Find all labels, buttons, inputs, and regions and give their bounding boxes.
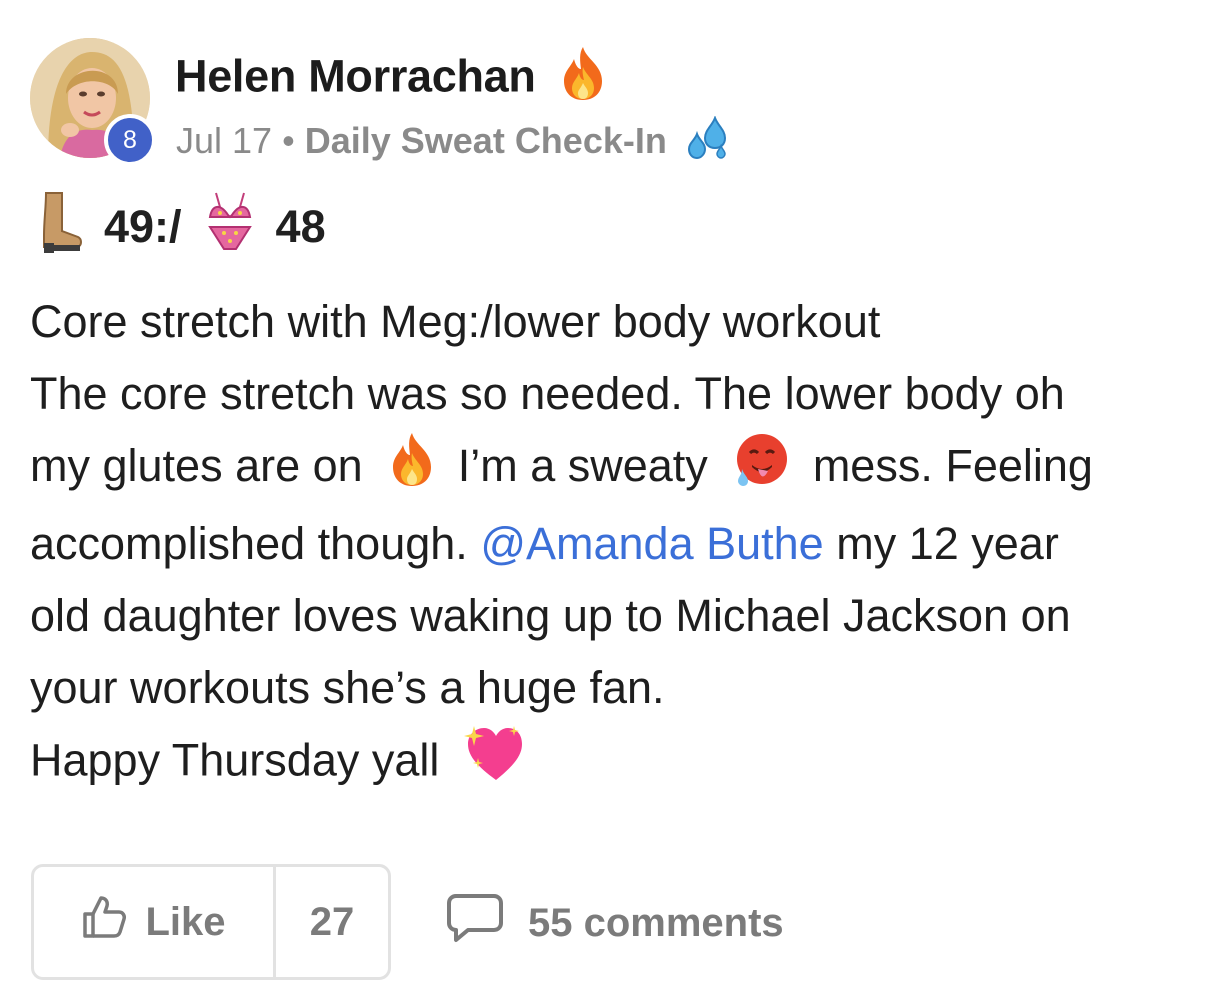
like-group: Like 27: [31, 864, 391, 980]
comments-button[interactable]: 55 comments: [446, 893, 784, 953]
author-name-row: Helen Morrachan: [175, 45, 606, 114]
body-line: The core stretch was so needed. The lowe…: [30, 368, 1065, 419]
body-line: my glutes are on I’m a sweaty mess. Feel…: [30, 430, 1180, 508]
sparkling-heart-icon: [463, 724, 524, 803]
body-text-segment: my 12 year: [836, 517, 1059, 569]
like-count[interactable]: 27: [276, 867, 388, 977]
body-line: old daughter loves waking up to Michael …: [30, 589, 1071, 641]
sweat-droplets-icon: [685, 115, 729, 171]
stats-line: 49:/ 48: [38, 191, 326, 264]
comment-bubble-icon: [446, 893, 504, 953]
post-body: Core stretch with Meg:/lower body workou…: [30, 286, 1180, 803]
boot-icon: [38, 191, 84, 264]
level-badge: 8: [104, 114, 156, 166]
mention-link[interactable]: @Amanda Buthe: [480, 518, 823, 569]
body-text-segment: mess. Feeling: [812, 440, 1093, 491]
body-line: Core stretch with Meg:/lower body workou…: [30, 296, 881, 347]
post-meta: Jul 17 • Daily Sweat Check-In: [176, 115, 729, 171]
bikini-icon: [206, 191, 254, 264]
body-text-segment: accomplished though.: [30, 517, 468, 569]
hot-face-icon: [734, 431, 790, 508]
like-label: Like: [145, 899, 226, 944]
author-name[interactable]: Helen Morrachan: [175, 50, 536, 101]
comments-label: 55 comments: [528, 900, 784, 945]
thumbs-up-icon: [81, 894, 127, 950]
meta-separator: •: [282, 120, 295, 162]
body-line: your workouts she’s a huge fan.: [30, 661, 665, 713]
like-button[interactable]: Like: [34, 867, 276, 977]
body-text-segment: I’m a sweaty: [457, 440, 708, 491]
body-text-segment: my glutes are on: [30, 440, 363, 491]
stat-first-value: 49:/: [104, 201, 182, 252]
body-line: accomplished though. @Amanda Buthe my 12…: [30, 508, 1180, 580]
post-card: 8 Helen Morrachan Jul 17 • Daily Sweat C…: [0, 0, 1206, 1002]
avatar-container[interactable]: 8: [30, 38, 156, 166]
stat-second-value: 48: [275, 201, 326, 252]
category-link[interactable]: Daily Sweat Check-In: [305, 120, 667, 161]
fire-icon: [560, 45, 606, 114]
fire-icon: [389, 431, 435, 508]
body-text-segment: Happy Thursday yall: [30, 734, 440, 785]
post-date[interactable]: Jul 17: [176, 120, 272, 161]
body-line: Happy Thursday yall: [30, 724, 1180, 803]
